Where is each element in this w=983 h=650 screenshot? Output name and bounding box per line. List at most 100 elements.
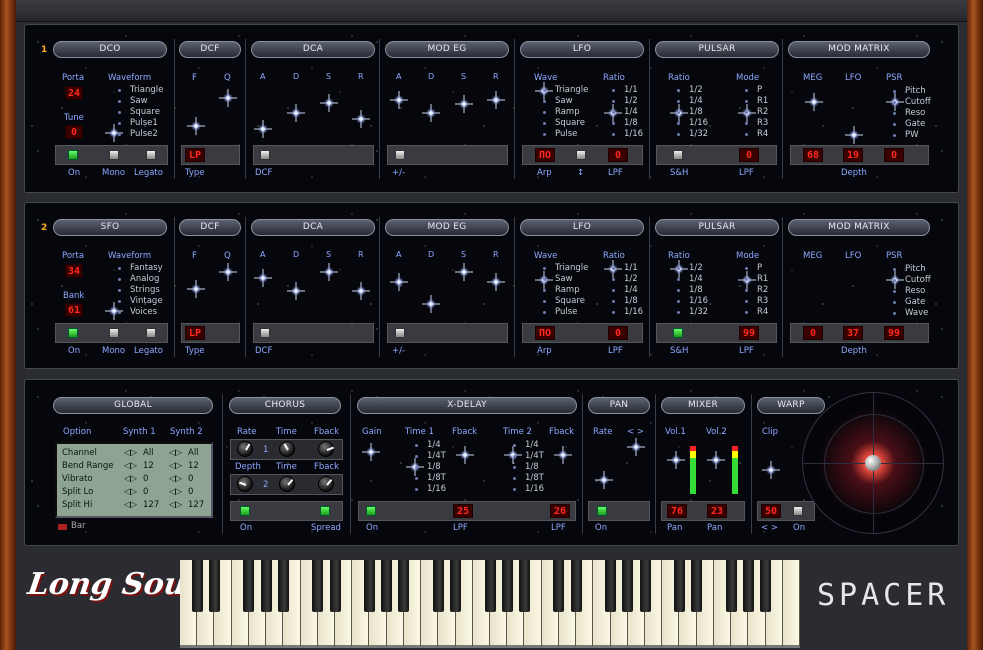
piano-keyboard[interactable] — [180, 560, 800, 648]
arp-display[interactable]: ΠΟ — [535, 326, 555, 340]
delay2-time-list[interactable]: 1/4 1/4T 1/8 1/8T 1/16 — [525, 440, 544, 495]
mono-button[interactable] — [109, 150, 119, 160]
lfo-sync-button[interactable] — [576, 150, 586, 160]
dca-decay-star[interactable] — [287, 282, 305, 300]
dco-header[interactable]: DCO — [53, 41, 167, 58]
black-key[interactable] — [725, 560, 737, 612]
waveform-list[interactable]: Triangle Saw Square Pulse1 Pulse2 — [130, 85, 163, 140]
black-key[interactable] — [381, 560, 393, 612]
pulsar-lpf-display[interactable]: 99 — [739, 326, 759, 340]
pulsar-ratio-list[interactable]: 1/2 1/4 1/8 1/16 1/32 — [689, 85, 708, 140]
matrix-header[interactable]: MOD MATRIX — [788, 41, 930, 58]
matrix-lfo-star[interactable] — [845, 126, 863, 144]
meg-decay-star[interactable] — [422, 295, 440, 313]
sh-button[interactable] — [673, 328, 683, 338]
delay2-lpf-display[interactable]: 26 — [550, 504, 570, 518]
black-key[interactable] — [622, 560, 634, 612]
black-key[interactable] — [673, 560, 685, 612]
depth-meg-display[interactable]: 68 — [803, 148, 823, 162]
matrix-header[interactable]: MOD MATRIX — [788, 219, 930, 236]
pulsar-mode-list[interactable]: P R1 R2 R3 R4 — [757, 263, 768, 318]
meg-sustain-star[interactable] — [455, 95, 473, 113]
cutoff-slider-star[interactable] — [187, 117, 205, 135]
vol2-star[interactable] — [707, 451, 725, 469]
black-key[interactable] — [191, 560, 203, 612]
lfo-ratio-list[interactable]: 1/1 1/2 1/4 1/8 1/16 — [624, 263, 643, 318]
chorus-spread-button[interactable] — [320, 506, 330, 516]
lfo-wave-list[interactable]: Triangle Saw Ramp Square Pulse — [555, 85, 588, 140]
dca-attack-star[interactable] — [254, 269, 272, 287]
black-key[interactable] — [742, 560, 754, 612]
sfo-header[interactable]: SFO — [53, 219, 167, 236]
black-key[interactable] — [501, 560, 513, 612]
modeg-header[interactable]: MOD EG — [385, 219, 509, 236]
lfo-header[interactable]: LFO — [520, 41, 644, 58]
pan1-display[interactable]: 76 — [667, 504, 687, 518]
warp-header[interactable]: WARP — [757, 397, 825, 414]
dca-decay-star[interactable] — [287, 104, 305, 122]
filter-type-display[interactable]: LP — [185, 326, 205, 340]
matrix-meg-star[interactable] — [805, 93, 823, 111]
legato-button[interactable] — [146, 150, 156, 160]
white-key[interactable] — [782, 560, 800, 648]
pulsar-header[interactable]: PULSAR — [655, 219, 779, 236]
dca-attack-star[interactable] — [254, 120, 272, 138]
chorus-fback2-knob[interactable] — [318, 476, 334, 492]
delay2-fback-star[interactable] — [554, 446, 572, 464]
delay1-time-list[interactable]: 1/4 1/4T 1/8 1/8T 1/16 — [427, 440, 446, 495]
pulsar-ratio-list[interactable]: 1/2 1/4 1/8 1/16 1/32 — [689, 263, 708, 318]
black-key[interactable] — [363, 560, 375, 612]
pan-on-button[interactable] — [597, 506, 607, 516]
black-key[interactable] — [260, 560, 272, 612]
warp-on-button[interactable] — [793, 506, 803, 516]
lfo-lpf-display[interactable]: 0 — [608, 148, 628, 162]
chorus-depth-knob[interactable] — [237, 476, 253, 492]
delay1-lpf-display[interactable]: 25 — [453, 504, 473, 518]
dcf-header[interactable]: DCF — [179, 41, 241, 58]
meg-attack-star[interactable] — [390, 91, 408, 109]
pulsar-mode-list[interactable]: P R1 R2 R3 R4 — [757, 85, 768, 140]
lfo-ratio-list[interactable]: 1/1 1/2 1/4 1/8 1/16 — [624, 85, 643, 140]
dca-header[interactable]: DCA — [251, 41, 375, 58]
delay-on-button[interactable] — [366, 506, 376, 516]
meg-release-star[interactable] — [487, 91, 505, 109]
dca-header[interactable]: DCA — [251, 219, 375, 236]
black-key[interactable] — [484, 560, 496, 612]
black-key[interactable] — [312, 560, 324, 612]
depth-meg-display[interactable]: 0 — [803, 326, 823, 340]
black-key[interactable] — [243, 560, 255, 612]
meg-polarity-button[interactable] — [395, 150, 405, 160]
black-key[interactable] — [277, 560, 289, 612]
black-key[interactable] — [553, 560, 565, 612]
pan2-display[interactable]: 23 — [707, 504, 727, 518]
dca-sustain-star[interactable] — [320, 94, 338, 112]
warp-display[interactable]: 50 — [761, 504, 781, 518]
cutoff-slider-star[interactable] — [187, 280, 205, 298]
dca-dcf-button[interactable] — [260, 150, 270, 160]
arp-display[interactable]: ΠΟ — [535, 148, 555, 162]
depth-psr-display[interactable]: 0 — [884, 148, 904, 162]
mixer-header[interactable]: MIXER — [661, 397, 745, 414]
depth-lfo-display[interactable]: 37 — [843, 326, 863, 340]
meg-decay-star[interactable] — [422, 104, 440, 122]
global-options-lcd[interactable]: Channel ◁▷ All ◁▷ All Bend Range ◁▷ 12 ◁▷ 12 Vib… — [55, 442, 213, 518]
global-header[interactable]: GLOBAL — [53, 397, 213, 414]
black-key[interactable] — [432, 560, 444, 612]
resonance-slider-star[interactable] — [219, 263, 237, 281]
depth-lfo-display[interactable]: 19 — [843, 148, 863, 162]
black-key[interactable] — [208, 560, 220, 612]
on-button[interactable] — [68, 328, 78, 338]
chorus-header[interactable]: CHORUS — [229, 397, 341, 414]
sh-button[interactable] — [673, 150, 683, 160]
dca-release-star[interactable] — [352, 110, 370, 128]
dcf-header[interactable]: DCF — [179, 219, 241, 236]
vol1-star[interactable] — [667, 451, 685, 469]
delay1-fback-star[interactable] — [456, 446, 474, 464]
black-key[interactable] — [605, 560, 617, 612]
lfo-wave-list[interactable]: Triangle Saw Ramp Square Pulse — [555, 263, 588, 318]
black-key[interactable] — [691, 560, 703, 612]
black-key[interactable] — [398, 560, 410, 612]
pan-rate-star[interactable] — [595, 471, 613, 489]
resonance-slider-star[interactable] — [219, 89, 237, 107]
legato-button[interactable] — [146, 328, 156, 338]
